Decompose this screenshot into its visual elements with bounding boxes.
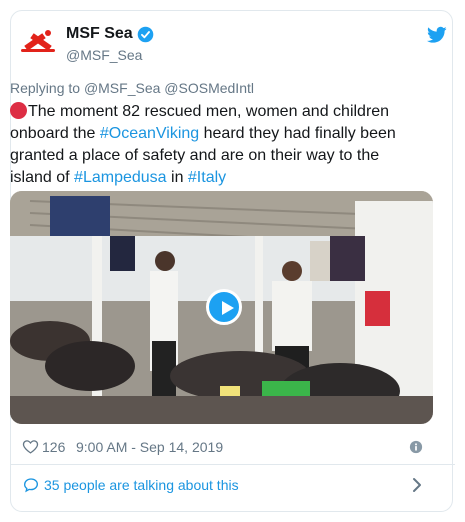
tweet-meta: 126 9:00 AM - Sep 14, 2019 [10, 434, 433, 460]
reply-mention-msf[interactable]: @MSF_Sea [84, 80, 160, 96]
reply-context: Replying to @MSF_Sea @SOSMedIntl [10, 80, 254, 96]
hashtag-lampedusa[interactable]: #Lampedusa [74, 169, 167, 186]
conversation-link[interactable]: 35 people are talking about this [10, 472, 433, 498]
red-circle-emoji-icon [10, 102, 27, 119]
like-count[interactable]: 126 [42, 439, 65, 455]
tweet-header: MSF Sea @MSF_Sea [10, 18, 455, 72]
hashtag-italy[interactable]: #Italy [188, 169, 226, 186]
speech-bubble-icon [23, 478, 39, 493]
account-name-row[interactable]: MSF Sea [66, 25, 154, 43]
tweet-text-part3: in [166, 169, 188, 186]
reply-prefix: Replying to [10, 80, 81, 96]
info-icon[interactable] [409, 440, 423, 454]
play-icon[interactable] [206, 289, 242, 325]
footer-divider [10, 464, 455, 465]
account-handle[interactable]: @MSF_Sea [66, 47, 142, 63]
reply-mention-sos[interactable]: @SOSMedIntl [164, 80, 254, 96]
video-thumbnail[interactable] [10, 191, 433, 424]
twitter-bird-icon[interactable] [427, 26, 447, 44]
msf-logo-icon[interactable] [18, 22, 58, 62]
account-name[interactable]: MSF Sea [66, 25, 133, 43]
tweet-text: The moment 82 rescued men, women and chi… [10, 101, 425, 189]
chevron-right-icon[interactable] [411, 477, 423, 493]
heart-icon[interactable] [22, 438, 39, 455]
tweet-timestamp[interactable]: 9:00 AM - Sep 14, 2019 [76, 439, 223, 455]
hashtag-oceanviking[interactable]: #OceanViking [100, 125, 199, 142]
verified-icon [137, 26, 153, 42]
talking-count-text[interactable]: 35 people are talking about this [44, 477, 239, 493]
